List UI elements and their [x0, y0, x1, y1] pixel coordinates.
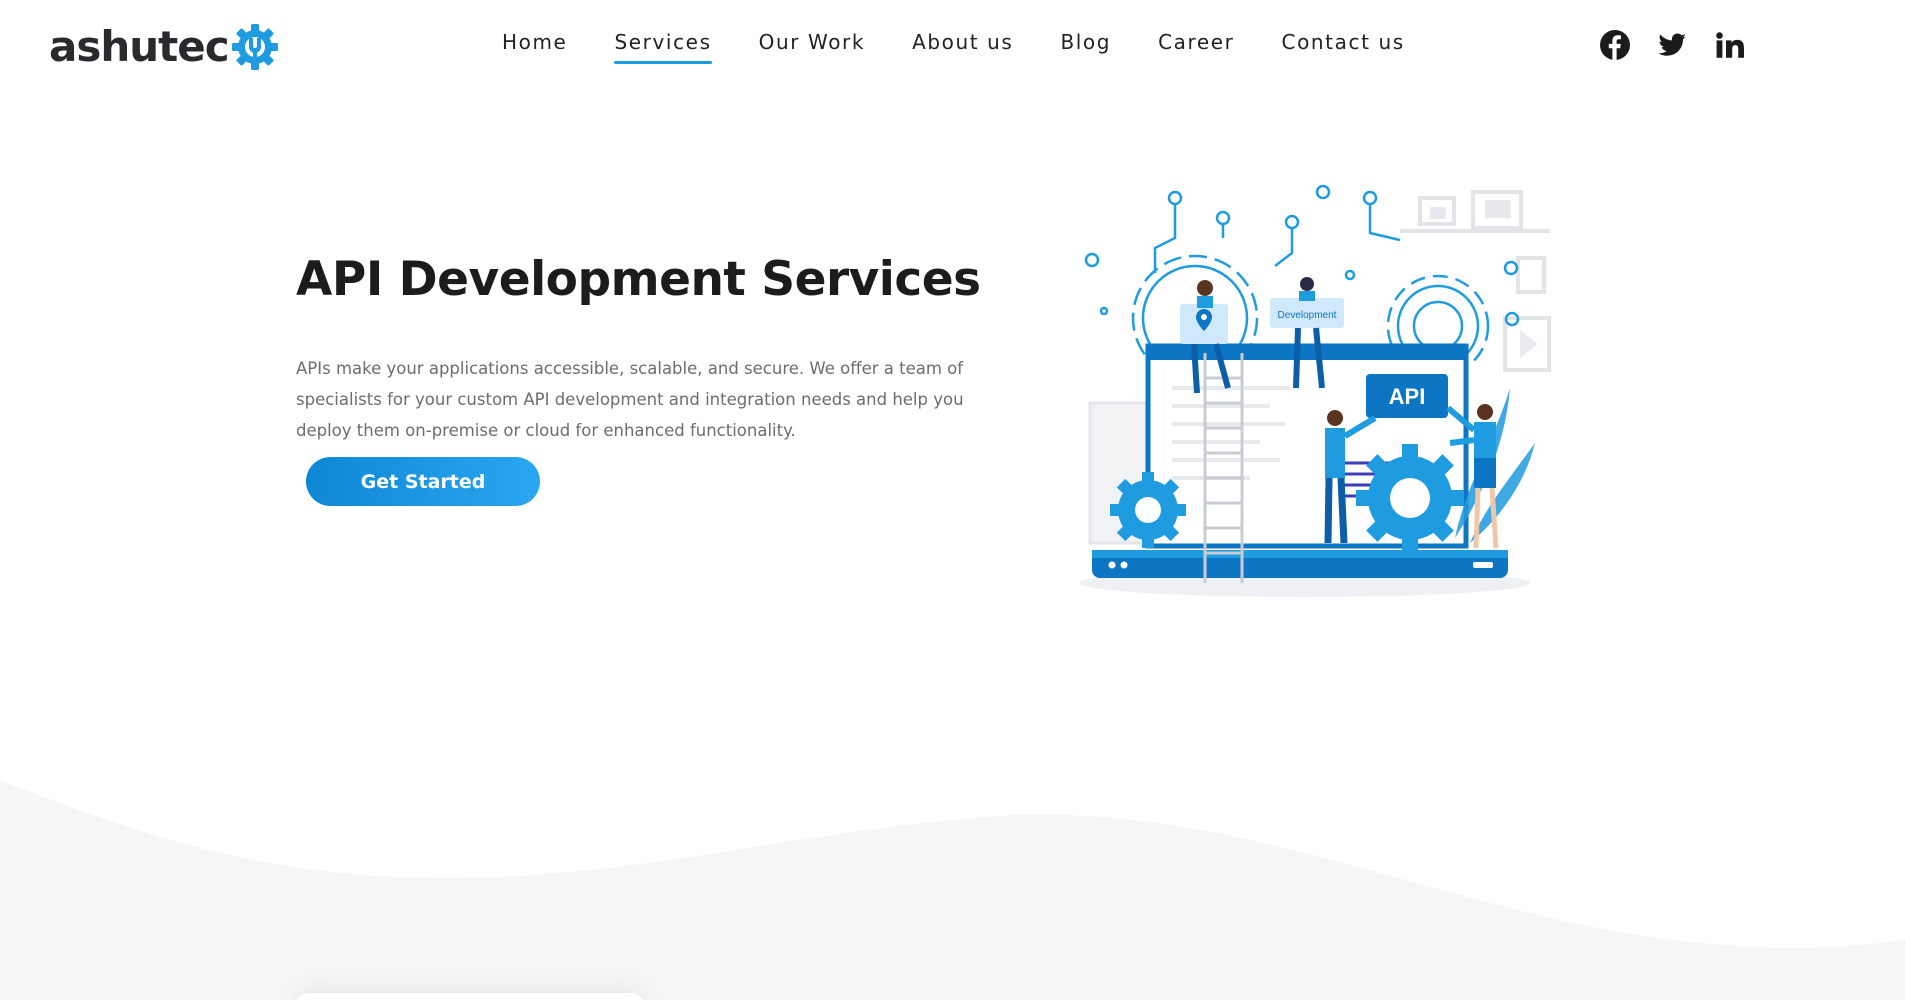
api-development-illustration: API Development: [1080, 184, 1551, 597]
get-started-button[interactable]: Get Started: [306, 457, 540, 506]
brand-logo[interactable]: ashutec: [49, 18, 279, 74]
page-title: API Development Services: [296, 252, 981, 307]
api-badge-label: API: [1389, 384, 1426, 409]
nav-contact-us[interactable]: Contact us: [1282, 30, 1405, 64]
nav-career[interactable]: Career: [1158, 30, 1234, 64]
development-board-label: Development: [1278, 310, 1337, 321]
main-nav: Home Services Our Work About us Blog Car…: [502, 30, 1452, 64]
brand-name: ashutec: [49, 21, 230, 71]
linkedin-link[interactable]: [1712, 28, 1746, 62]
hero-description: APIs make your applications accessible, …: [296, 359, 964, 440]
twitter-link[interactable]: [1655, 28, 1689, 62]
page: ashutec Home Services Our Work About us …: [0, 0, 1905, 1000]
social-links: [1598, 28, 1769, 62]
decorative-wave: [0, 780, 1905, 1000]
nav-our-work[interactable]: Our Work: [759, 30, 865, 64]
facebook-link[interactable]: [1598, 28, 1632, 62]
nav-about-us[interactable]: About us: [912, 30, 1013, 64]
content-card: [295, 993, 645, 1000]
gear-logo-icon: [231, 24, 278, 70]
site-header: ashutec Home Services Our Work About us …: [0, 0, 1905, 96]
nav-services[interactable]: Services: [614, 30, 712, 64]
twitter-icon: [1658, 33, 1686, 56]
nav-blog[interactable]: Blog: [1060, 30, 1111, 64]
facebook-icon: [1600, 30, 1630, 60]
nav-home[interactable]: Home: [502, 30, 567, 64]
linkedin-icon: [1716, 32, 1744, 58]
